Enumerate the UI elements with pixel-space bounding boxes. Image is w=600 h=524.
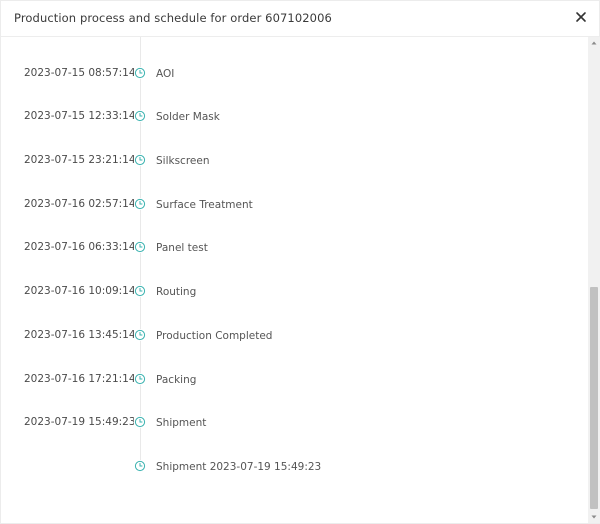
timeline-label: Solder Mask: [156, 111, 220, 123]
timeline-item: 2023-07-15 08:57:14 AOI: [1, 66, 587, 86]
timeline-label: Shipment 2023-07-19 15:49:23: [156, 461, 322, 473]
timeline-item: Shipment 2023-07-19 15:49:23: [1, 459, 587, 479]
production-schedule-dialog: Production process and schedule for orde…: [0, 0, 600, 524]
timeline-time: 2023-07-15 23:21:14: [24, 154, 136, 166]
timeline-label: AOI: [156, 68, 175, 80]
timeline-label: Panel test: [156, 242, 208, 254]
timeline-body: 2023-07-15 08:57:14 AOI 2023-07-15 12:33…: [1, 37, 587, 523]
clock-icon: [134, 110, 146, 122]
timeline-item: 2023-07-16 02:57:14 Surface Treatment: [1, 197, 587, 217]
timeline-label: Routing: [156, 286, 197, 298]
clock-icon: [134, 373, 146, 385]
timeline-label: Silkscreen: [156, 155, 210, 167]
dialog-header: Production process and schedule for orde…: [1, 1, 599, 37]
timeline-item: 2023-07-16 10:09:14 Routing: [1, 284, 587, 304]
timeline-time: 2023-07-16 17:21:14: [24, 373, 136, 385]
vertical-scrollbar[interactable]: [588, 37, 600, 523]
close-button[interactable]: [573, 9, 589, 25]
timeline-label: Packing: [156, 374, 197, 386]
timeline-item: 2023-07-15 23:21:14 Silkscreen: [1, 153, 587, 173]
timeline-item: 2023-07-16 13:45:14 Production Completed: [1, 328, 587, 348]
timeline-label: Production Completed: [156, 330, 273, 342]
timeline-time: 2023-07-15 08:57:14: [24, 67, 136, 79]
timeline-time: 2023-07-19 15:49:23: [24, 416, 136, 428]
timeline-label: Surface Treatment: [156, 199, 253, 211]
timeline-item: 2023-07-16 06:33:14 Panel test: [1, 240, 587, 260]
clock-icon: [134, 460, 146, 472]
timeline-item: 2023-07-15 12:33:14 Solder Mask: [1, 109, 587, 129]
timeline-time: 2023-07-16 10:09:14: [24, 285, 136, 297]
scroll-down-arrow[interactable]: [588, 511, 600, 523]
clock-icon: [134, 67, 146, 79]
chevron-down-icon: [591, 515, 597, 519]
timeline-time: 2023-07-16 13:45:14: [24, 329, 136, 341]
timeline-time: 2023-07-16 06:33:14: [24, 241, 136, 253]
timeline-time: 2023-07-16 02:57:14: [24, 198, 136, 210]
clock-icon: [134, 198, 146, 210]
close-icon: [576, 12, 586, 22]
timeline-item: 2023-07-16 17:21:14 Packing: [1, 372, 587, 392]
clock-icon: [134, 329, 146, 341]
scroll-thumb[interactable]: [590, 287, 598, 509]
clock-icon: [134, 154, 146, 166]
clock-icon: [134, 285, 146, 297]
clock-icon: [134, 416, 146, 428]
clock-icon: [134, 241, 146, 253]
scroll-up-arrow[interactable]: [588, 37, 600, 49]
timeline-item: 2023-07-19 15:49:23 Shipment: [1, 415, 587, 435]
timeline-time: 2023-07-15 12:33:14: [24, 110, 136, 122]
dialog-title: Production process and schedule for orde…: [14, 11, 332, 25]
timeline-label: Shipment: [156, 417, 207, 429]
chevron-up-icon: [591, 41, 597, 45]
